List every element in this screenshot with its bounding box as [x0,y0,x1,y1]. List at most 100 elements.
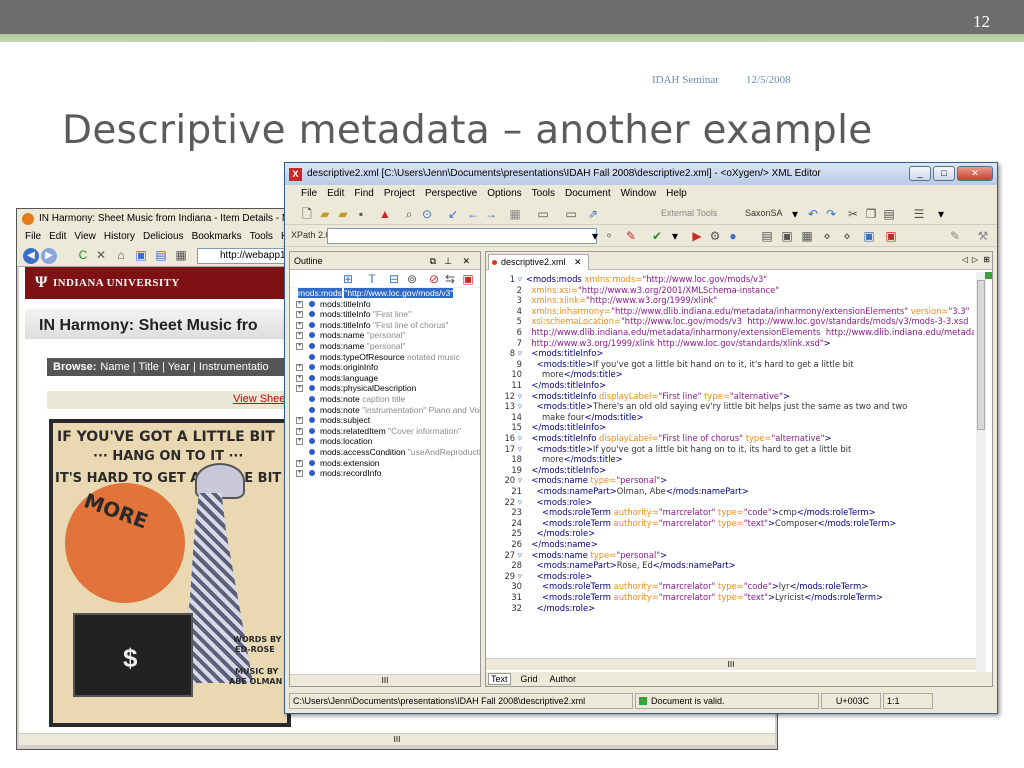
fold-icon[interactable]: ▿ [515,401,522,411]
pin-icon[interactable]: ✎ [623,228,639,244]
outline-node[interactable]: mods:accessCondition "useAndReproducti [294,447,480,458]
maximize-button[interactable]: □ [933,166,955,181]
minimize-button[interactable]: _ [909,166,931,181]
save-icon[interactable]: ▪ [353,206,369,222]
bookmark-icon[interactable]: ▣ [133,247,149,263]
outline-block-icon[interactable]: ⊘ [426,271,442,287]
expand-icon[interactable]: + [296,459,303,467]
new-file-icon[interactable]: 🗋 [299,206,315,222]
outline-restore-icon[interactable]: ⧉ [430,252,436,270]
outline-node[interactable]: + mods:titleInfo "First line of chorus" [294,320,480,331]
saxon-dropdown-icon[interactable]: ▾ [787,206,803,222]
outline-node[interactable]: + mods:language [294,373,480,384]
browser-menu-item[interactable]: Tools [250,231,273,242]
outline-node[interactable]: + mods:relatedItem "Cover information" [294,426,480,437]
grid-icon[interactable]: ▦ [507,206,523,222]
browse-link[interactable]: Year [168,361,190,373]
browser-h-scrollbar[interactable]: III [19,733,775,745]
outline-filter-icon[interactable]: ⊚ [404,271,420,287]
format-icon[interactable]: ☰ [911,206,927,222]
oxygen-titlebar[interactable]: X descriptive2.xml [C:\Users\Jenn\Docume… [285,163,997,185]
expand-icon[interactable]: + [296,311,303,319]
outline-close-icon[interactable]: ✕ [462,252,470,270]
xslt-icon[interactable]: ▭ [535,206,551,222]
tools-icon[interactable]: ⚒ [975,228,991,244]
document-info-icon[interactable]: ▣ [883,228,899,244]
browser-menu-item[interactable]: Edit [49,231,66,242]
tag-icon[interactable]: ⋄ [819,228,835,244]
tab-scroll-left-icon[interactable]: ◁ [962,255,968,264]
saxon-select[interactable]: SaxonSA [745,208,783,218]
expand-icon[interactable]: + [296,427,303,435]
redo-arrow-icon[interactable]: → [483,206,499,222]
menu-item[interactable]: Window [621,188,657,199]
outline-node[interactable]: + mods:physicalDescription [294,383,480,394]
tab-scroll-right-icon[interactable]: ▷ [972,255,978,264]
transform-icon[interactable]: ↙ [445,206,461,222]
configure-icon[interactable]: ⚙ [707,228,723,244]
scroll-thumb[interactable] [977,280,985,430]
outline-text-icon[interactable]: T [364,271,380,287]
menu-item[interactable]: Document [565,188,611,199]
home-icon[interactable]: ⌂ [113,247,129,263]
outline-node[interactable]: mods:note "instrumentation" Piano and Vo… [294,405,480,416]
stop-icon[interactable]: ✕ [93,247,109,263]
outline-attr-icon[interactable]: ⊟ [386,271,402,287]
browser-menu-item[interactable]: Delicious [143,231,184,242]
mode-tab-text[interactable]: Text [488,673,511,685]
browser-menu-item[interactable]: History [104,231,135,242]
browse-link[interactable]: Name [100,361,129,373]
outline-node[interactable]: + mods:titleInfo [294,299,480,310]
forward-icon[interactable]: ▶ [41,248,57,264]
validate-icon[interactable]: ✔ [649,228,665,244]
toggle-comment-icon[interactable]: ▤ [759,228,775,244]
tab-close-icon[interactable]: ✕ [574,257,582,267]
outline-node[interactable]: + mods:name "personal" [294,330,480,341]
format-indent-icon[interactable]: ▣ [779,228,795,244]
edit-icon[interactable]: ✎ [947,228,963,244]
menu-item[interactable]: Perspective [425,188,477,199]
run-icon[interactable]: ▶ [689,228,705,244]
xpath-settings-icon[interactable]: ⚬ [601,228,617,244]
expand-icon[interactable]: + [296,332,303,340]
history-icon[interactable]: ▤ [153,247,169,263]
fold-icon[interactable]: ▿ [515,497,522,507]
join-icon[interactable]: ▦ [799,228,815,244]
outline-sync-icon[interactable]: ⇆ [442,271,458,287]
code-area[interactable]: 1 ▿ <mods:mods xmlns:mods="http://www.loc… [486,272,974,660]
copy-icon[interactable]: ❐ [863,206,879,222]
attribute-icon[interactable]: ⋄ [839,228,855,244]
outline-node[interactable]: + mods:subject [294,415,480,426]
fold-icon[interactable]: ▿ [515,348,522,358]
editor-v-scrollbar[interactable] [976,272,986,672]
browse-link[interactable]: Title [139,361,159,373]
expand-icon[interactable]: + [296,300,303,308]
menu-item[interactable]: Find [354,188,373,199]
fold-icon[interactable]: ▿ [515,475,522,485]
outline-node[interactable]: mods:note caption title [294,394,480,405]
tab-menu-icon[interactable]: ⊞ [983,255,990,264]
redo-icon[interactable]: ↷ [823,206,839,222]
search-schema-icon[interactable]: ▣ [861,228,877,244]
expand-icon[interactable]: + [296,321,303,329]
fold-icon[interactable]: ▿ [515,571,522,581]
menu-item[interactable]: Options [487,188,521,199]
outline-node[interactable]: + mods:recordInfo [294,468,480,479]
open-url-icon[interactable]: ▰ [335,206,351,222]
outline-settings-icon[interactable]: ▣ [460,271,476,287]
menu-item[interactable]: Edit [327,188,344,199]
outline-node[interactable]: mods:typeOfResource notated music [294,352,480,363]
editor-h-scrollbar[interactable]: III [486,658,976,670]
expand-icon[interactable]: + [296,385,303,393]
undo-arrow-icon[interactable]: ← [465,206,481,222]
export-icon[interactable]: ⇗ [585,206,601,222]
iu-banner[interactable]: Ψ INDIANA UNIVERSITY [25,267,295,299]
fold-icon[interactable]: ▿ [515,391,522,401]
mode-tab-author[interactable]: Author [548,674,579,684]
tab-descriptive2[interactable]: descriptive2.xml ✕ [488,254,589,270]
menu-item[interactable]: Project [384,188,415,199]
external-tools-label[interactable]: External Tools [661,208,717,218]
expand-icon[interactable]: + [296,342,303,350]
outline-node[interactable]: + mods:location [294,436,480,447]
expand-icon[interactable]: + [296,438,303,446]
